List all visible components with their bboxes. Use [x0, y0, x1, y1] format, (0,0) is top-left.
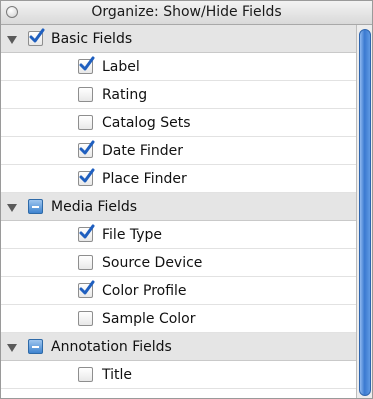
group-row[interactable]: Basic Fields [1, 25, 356, 53]
field-checkbox[interactable] [78, 56, 95, 74]
field-label: File Type [102, 227, 163, 243]
field-label: Color Profile [102, 283, 187, 299]
field-checkbox[interactable] [78, 255, 93, 270]
group-checkbox[interactable] [28, 28, 45, 46]
group-label: Basic Fields [51, 31, 133, 47]
field-label: Label [102, 59, 140, 75]
group-row[interactable]: Media Fields [1, 193, 356, 221]
group-label: Media Fields [51, 199, 138, 215]
window-title: Organize: Show/Hide Fields [91, 4, 282, 20]
field-checkbox[interactable] [78, 367, 93, 382]
field-label: Place Finder [102, 171, 187, 187]
field-checkbox[interactable] [78, 140, 95, 158]
group-row[interactable]: Annotation Fields [1, 333, 356, 361]
field-checkbox[interactable] [78, 87, 93, 102]
disclosure-triangle-icon[interactable] [7, 344, 17, 352]
field-label: Date Finder [102, 143, 183, 159]
group-checkbox[interactable] [28, 339, 43, 354]
show-hide-fields-window: Organize: Show/Hide Fields Basic Fields L… [0, 0, 373, 399]
field-row[interactable]: Source Device [1, 249, 356, 277]
field-row[interactable]: Sample Color [1, 305, 356, 333]
field-label: Rating [102, 87, 148, 103]
field-label: Title [102, 367, 133, 383]
field-row[interactable]: Color Profile [1, 277, 356, 305]
field-label: Catalog Sets [102, 115, 191, 131]
field-row[interactable]: Date Finder [1, 137, 356, 165]
field-checkbox[interactable] [78, 115, 93, 130]
field-row[interactable]: Rating [1, 81, 356, 109]
field-label: Source Device [102, 255, 203, 271]
title-bar[interactable]: Organize: Show/Hide Fields [1, 1, 372, 25]
field-row[interactable]: Label [1, 53, 356, 81]
field-checkbox[interactable] [78, 168, 95, 186]
field-checkbox[interactable] [78, 280, 95, 298]
field-list: Basic Fields Label Rating Catalog Sets Date … [1, 25, 356, 389]
vertical-scrollbar[interactable] [356, 25, 372, 398]
field-row[interactable]: Title [1, 361, 356, 389]
disclosure-triangle-icon[interactable] [7, 36, 17, 44]
field-row[interactable]: Catalog Sets [1, 109, 356, 137]
field-label: Sample Color [102, 311, 196, 327]
field-row[interactable]: File Type [1, 221, 356, 249]
field-checkbox[interactable] [78, 224, 95, 242]
field-row[interactable]: Place Finder [1, 165, 356, 193]
group-checkbox[interactable] [28, 199, 43, 214]
scrollbar-thumb[interactable] [359, 29, 371, 396]
field-checkbox[interactable] [78, 311, 93, 326]
disclosure-triangle-icon[interactable] [7, 204, 17, 212]
group-label: Annotation Fields [51, 339, 172, 355]
